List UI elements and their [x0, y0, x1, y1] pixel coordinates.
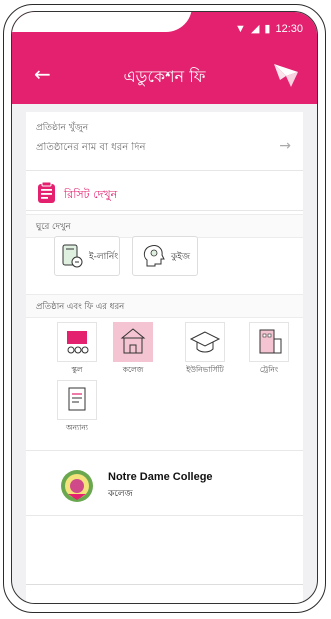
- receipt-icon: [36, 181, 58, 209]
- phone-frame: ▼ ◢ ▮ 12:30 ← এডুকেশন ফি প্রতিষ্ঠান খুঁজ…: [3, 4, 326, 613]
- training-building-icon: [249, 322, 289, 362]
- quiz-chip[interactable]: কুইজ: [132, 236, 198, 276]
- school-icon: [57, 322, 97, 362]
- category-university[interactable]: ইউনিভার্সিটি: [176, 322, 234, 377]
- arrow-right-icon[interactable]: →: [279, 138, 291, 154]
- divider: [26, 584, 303, 585]
- page-title: এডুকেশন ফি: [123, 67, 206, 86]
- categories-heading: প্রতিষ্ঠান এবং ফি এর ধরন: [36, 302, 125, 312]
- status-bar: ▼ ◢ ▮ 12:30: [12, 12, 317, 48]
- search-input[interactable]: [36, 142, 273, 153]
- battery-icon: ▮: [264, 23, 271, 35]
- back-arrow-icon[interactable]: ←: [34, 62, 51, 86]
- signal-icon: ◢: [250, 23, 260, 35]
- explore-heading: ঘুরে দেখুন: [36, 222, 71, 232]
- university-label: ইউনিভার্সিটি: [186, 365, 224, 374]
- status-time: 12:30: [275, 22, 303, 35]
- institution-name: Notre Dame College: [108, 471, 213, 483]
- quiz-head-icon: [141, 242, 167, 274]
- categories-section-header: প্রতিষ্ঠান এবং ফি এর ধরন: [26, 294, 303, 318]
- view-receipt-row[interactable]: রিসিট দেখুন: [26, 176, 303, 211]
- search-card: প্রতিষ্ঠান খুঁজুন →: [26, 112, 303, 171]
- e-learning-label: ই-লার্নিং: [89, 252, 119, 262]
- e-learning-icon: [61, 243, 83, 273]
- college-icon: [113, 322, 153, 362]
- institution-type: কলেজ: [108, 489, 133, 499]
- app-bar: ← এডুকেশন ফি: [12, 48, 317, 104]
- graduation-cap-icon: [185, 322, 225, 362]
- training-label: ট্রেনিং: [259, 365, 279, 374]
- category-others[interactable]: অন্যান্য: [48, 380, 106, 435]
- category-college[interactable]: কলেজ: [104, 322, 162, 377]
- status-icons: ▼ ◢ ▮ 12:30: [235, 22, 303, 36]
- receipt-label: রিসিট দেখুন: [64, 188, 118, 201]
- e-learning-chip[interactable]: ই-লার্নিং: [54, 236, 120, 276]
- screen: ▼ ◢ ▮ 12:30 ← এডুকেশন ফি প্রতিষ্ঠান খুঁজ…: [11, 11, 318, 604]
- school-label: স্কুল: [71, 365, 83, 374]
- college-label: কলেজ: [122, 365, 144, 374]
- category-training[interactable]: ট্রেনিং: [240, 322, 298, 377]
- document-icon: [57, 380, 97, 420]
- camera-notch: [12, 12, 192, 32]
- institution-list-item[interactable]: Notre Dame College কলেজ: [26, 450, 303, 516]
- others-label: অন্যান্য: [66, 423, 88, 432]
- paper-bird-logo-icon: [271, 60, 301, 94]
- search-label: প্রতিষ্ঠান খুঁজুন: [36, 123, 89, 133]
- quiz-label: কুইজ: [171, 252, 191, 262]
- category-school[interactable]: স্কুল: [48, 322, 106, 377]
- main-content: প্রতিষ্ঠান খুঁজুন → রিসিট দেখুন: [26, 112, 303, 603]
- college-logo: [58, 467, 96, 509]
- explore-section-header: ঘুরে দেখুন: [26, 214, 303, 238]
- wifi-icon: ▼: [235, 22, 246, 35]
